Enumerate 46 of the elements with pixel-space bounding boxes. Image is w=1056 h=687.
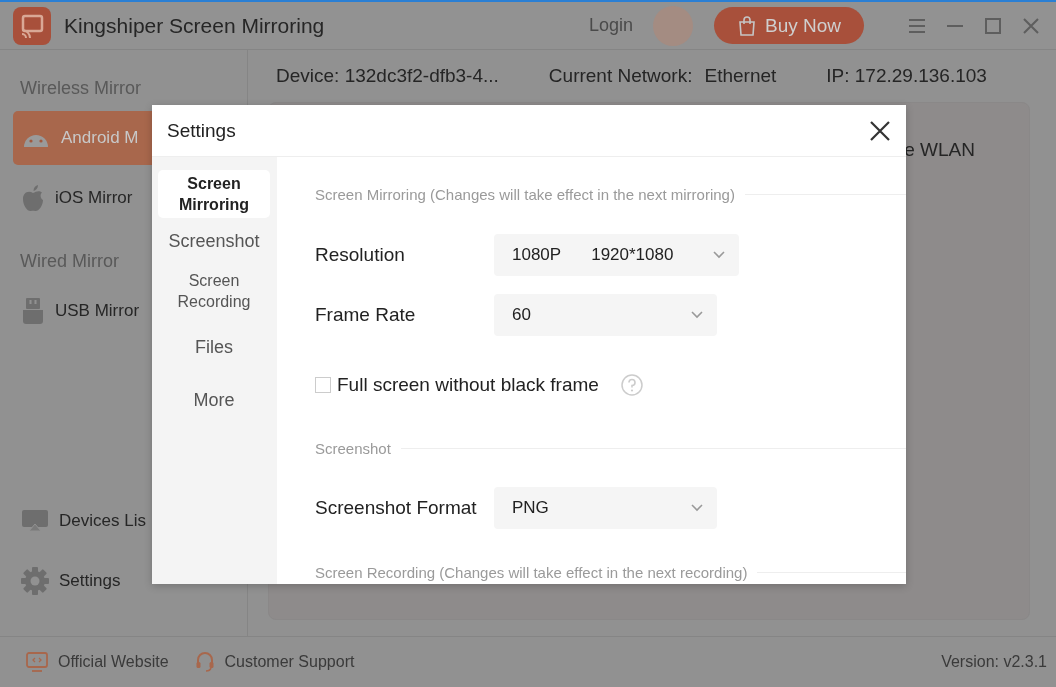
menu-icon[interactable] (908, 17, 926, 34)
ip-address: IP: 172.29.136.103 (826, 65, 987, 87)
monitor-code-icon (26, 652, 48, 672)
nav-tab[interactable]: More (158, 378, 270, 423)
setting-label: Frame Rate (315, 303, 417, 326)
app-logo-icon (13, 6, 51, 45)
section-label: Wired Mirror (19, 251, 120, 272)
maximize-icon[interactable] (984, 17, 1002, 34)
dialog-title: Settings (167, 119, 236, 142)
section-heading: Screen Recording (Changes will take effect in the next recording) (315, 564, 748, 582)
section-heading: Screen Mirroring (Changes will take effect in the next mirroring) (315, 185, 735, 203)
setting-label: Resolution (315, 243, 406, 266)
section-heading: Screenshot (315, 439, 391, 457)
chevron-down-icon (713, 250, 726, 259)
dropdown[interactable]: 1080P 1920*1080 (494, 233, 740, 276)
app-title: Kingshiper Screen Mirroring (64, 13, 325, 38)
nav-tab[interactable]: Files (158, 325, 270, 370)
monitor-icon (21, 508, 49, 534)
buy-now-button[interactable]: Buy Now (714, 7, 864, 44)
setting-label: Screenshot Format (315, 497, 478, 520)
network-value: Ethernet (704, 65, 777, 87)
nav-tab[interactable]: Screen Recording (158, 265, 270, 317)
chevron-down-icon (691, 310, 703, 319)
network-label: Current Network: (548, 65, 693, 87)
nav-tab[interactable]: Screen Mirroring (158, 170, 270, 218)
section-label: Wireless Mirror (19, 78, 142, 99)
login-link[interactable]: Login (588, 15, 633, 36)
dropdown[interactable]: PNG (494, 487, 717, 530)
chevron-down-icon (691, 504, 703, 513)
sidebar-item[interactable]: Devices Lis (13, 494, 247, 548)
settings-icon (21, 567, 49, 595)
checkbox-label: Full screen without black frame (337, 374, 599, 397)
apple-icon (21, 184, 45, 212)
footer-link[interactable]: Customer Support (194, 651, 355, 673)
shopping-bag-icon (737, 14, 757, 37)
dropdown[interactable]: 60 (494, 293, 717, 336)
usb-icon (21, 297, 45, 325)
footer-link[interactable]: Official Website (26, 652, 169, 672)
checkbox[interactable] (315, 377, 331, 394)
headset-icon (194, 651, 215, 673)
device-id: Device: 132dc3f2-dfb3-4... (276, 65, 499, 87)
nav-tab[interactable]: Screenshot (158, 226, 270, 257)
help-icon[interactable] (620, 374, 643, 397)
version-label: Version: v2.3.1 (941, 653, 1047, 671)
sidebar-item[interactable]: Settings (13, 554, 247, 608)
close-icon[interactable] (869, 119, 891, 142)
